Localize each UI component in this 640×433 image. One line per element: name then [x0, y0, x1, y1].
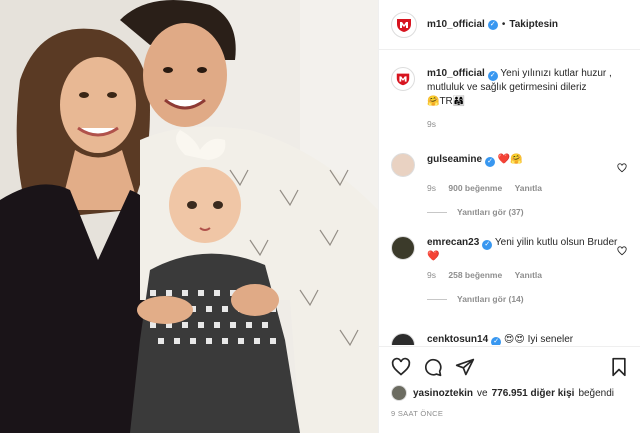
verified-badge-icon: ✓	[487, 19, 498, 30]
reply-button[interactable]: Yanıtla	[515, 270, 542, 280]
family-photo-illustration	[0, 0, 378, 433]
following-button[interactable]: Takiptesin	[509, 19, 558, 30]
comment-time[interactable]: 9s	[427, 270, 436, 280]
comment-text-block: cenktosun14 ✓ 😍😍 Iyi seneler	[427, 333, 623, 345]
post-actions: yasinoztekin ve 776.951 diğer kişi beğen…	[379, 346, 640, 433]
comment-text-block: gulseamine ✓ ❤️🤗	[427, 153, 623, 177]
action-icons-bar	[391, 357, 631, 379]
comment-like-heart-icon[interactable]	[617, 246, 627, 256]
comment-time[interactable]: 9s	[427, 183, 436, 193]
comment-like-heart-icon[interactable]	[617, 163, 627, 173]
replies-divider	[427, 211, 447, 213]
caption-text-block: m10_official ✓ Yeni yılınızı kutlar huzur…	[427, 67, 623, 109]
likes-suffix: beğendi	[578, 387, 615, 399]
share-icon[interactable]	[455, 357, 475, 377]
view-replies-button[interactable]: Yanıtları gör (14)	[427, 294, 631, 304]
replies-divider	[427, 298, 447, 300]
commenter-avatar[interactable]	[391, 236, 415, 260]
post-header: m10_official ✓ • Takiptesin	[379, 0, 640, 50]
likes-summary: yasinoztekin ve 776.951 diğer kişi beğen…	[391, 385, 614, 401]
liker-username[interactable]: yasinoztekin	[413, 388, 473, 399]
verified-badge-icon: ✓	[485, 157, 496, 167]
caption: m10_official ✓ Yeni yılınızı kutlar huzur…	[391, 67, 631, 129]
caption-username[interactable]: m10_official	[427, 68, 485, 79]
verified-badge-icon: ✓	[491, 337, 502, 345]
comment-text: Iyi seneler	[527, 334, 574, 345]
profile-avatar[interactable]	[391, 11, 417, 38]
comment-username[interactable]: emrecan23	[427, 237, 479, 248]
comment-username[interactable]: gulseamine	[427, 154, 482, 165]
m10-logo-icon	[397, 18, 411, 32]
view-replies-label: Yanıtları gör (14)	[457, 294, 524, 304]
commenter-avatar[interactable]	[391, 153, 415, 177]
header-username[interactable]: m10_official	[427, 19, 485, 30]
post-timestamp[interactable]: 9 SAAT ÖNCE	[391, 409, 443, 418]
header-separator: •	[501, 19, 506, 30]
view-replies-label: Yanıtları gör (37)	[457, 207, 524, 217]
comment-username[interactable]: cenktosun14	[427, 334, 488, 345]
view-replies-button[interactable]: Yanıtları gör (37)	[427, 207, 631, 217]
comment-emoji: ❤️	[427, 251, 440, 262]
comment-item: cenktosun14 ✓ 😍😍 Iyi seneler	[391, 333, 631, 345]
caption-time[interactable]: 9s	[427, 119, 436, 129]
comment-like-count[interactable]: 258 beğenme	[448, 270, 502, 280]
heart-icon[interactable]	[391, 357, 411, 377]
comment-item: emrecan23 ✓ Yeni yilin kutlu olsun Bruder…	[391, 236, 631, 304]
comment-text-block: emrecan23 ✓ Yeni yilin kutlu olsun Bruder…	[427, 236, 623, 264]
verified-badge-icon: ✓	[487, 71, 498, 81]
post-photo[interactable]	[0, 0, 378, 433]
likes-connector: ve	[477, 387, 488, 399]
comment-emoji: 😍😍	[503, 334, 525, 345]
instagram-post-window: m10_official ✓ • Takiptesin m10_official…	[0, 0, 640, 433]
comment-icon[interactable]	[423, 357, 443, 377]
caption-emoji: 🤗TR👨‍👩‍👧	[427, 96, 466, 107]
m10-logo-icon	[396, 73, 410, 86]
verified-badge-icon: ✓	[482, 240, 493, 250]
bookmark-icon[interactable]	[609, 357, 629, 377]
comment-item: gulseamine ✓ ❤️🤗 9s 900 beğenme Yanıtla Y…	[391, 153, 631, 217]
comment-meta: 9s 258 beğenme Yanıtla	[427, 270, 631, 280]
likes-count-button[interactable]: 776.951 diğer kişi	[492, 388, 575, 399]
comment-emoji: ❤️🤗	[497, 154, 523, 165]
commenter-avatar[interactable]	[391, 333, 415, 345]
caption-meta: 9s	[427, 119, 631, 129]
caption-avatar[interactable]	[391, 67, 415, 91]
post-sidebar: m10_official ✓ • Takiptesin m10_official…	[378, 0, 640, 433]
comments-list[interactable]: m10_official ✓ Yeni yılınızı kutlar huzur…	[379, 51, 640, 345]
reply-button[interactable]: Yanıtla	[515, 183, 542, 193]
comment-text: Yeni yilin kutlu olsun Bruder	[494, 237, 618, 248]
liker-avatar[interactable]	[391, 385, 407, 401]
comment-meta: 9s 900 beğenme Yanıtla	[427, 183, 631, 193]
comment-like-count[interactable]: 900 beğenme	[448, 183, 502, 193]
